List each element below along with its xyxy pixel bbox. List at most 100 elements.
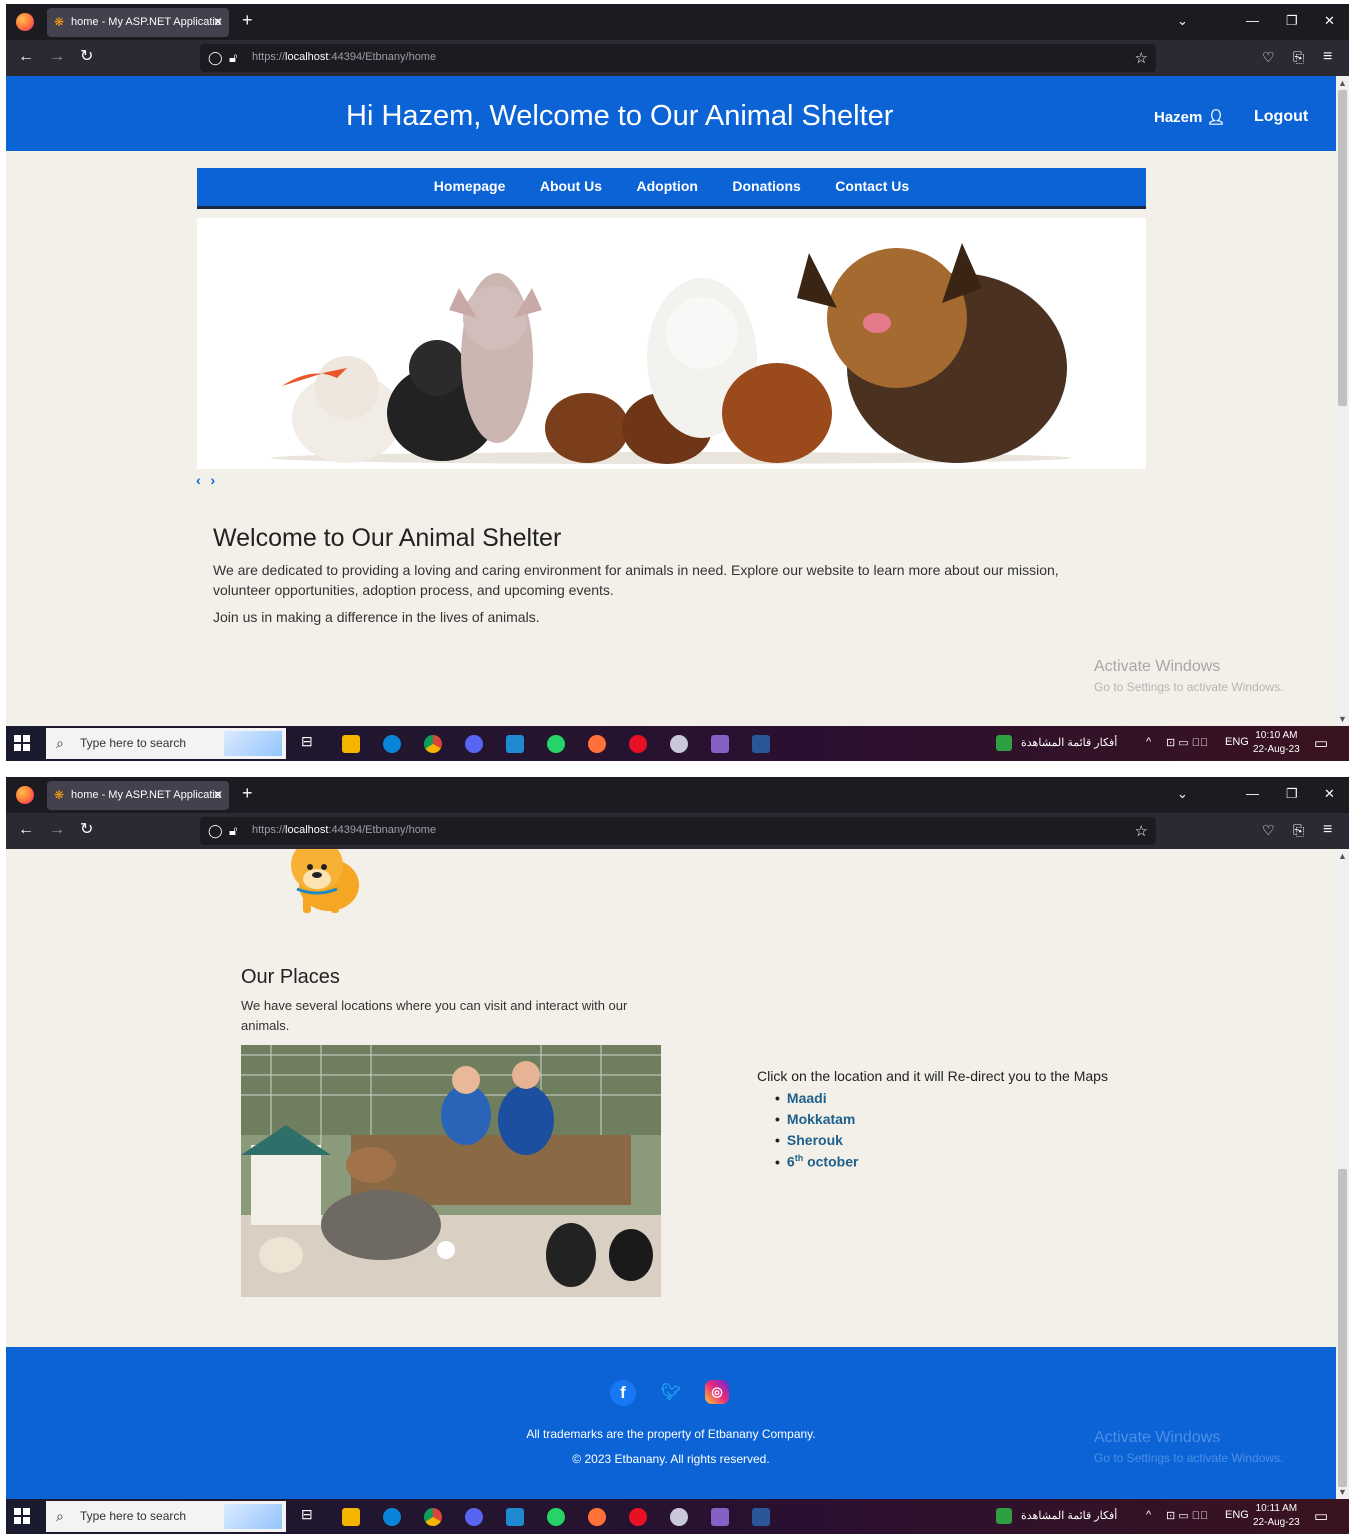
notification-icon[interactable]: ▭ — [1314, 1507, 1328, 1525]
extensions-icon[interactable]: ⎘ — [1293, 821, 1304, 839]
tray-overflow-icon[interactable]: ^ — [1146, 736, 1151, 748]
language-indicator[interactable]: ENG — [1225, 736, 1249, 748]
media-player-icon[interactable] — [629, 1508, 647, 1526]
tray-status-icons[interactable]: ⊡ ▭ ◁ﾞ — [1166, 1509, 1208, 1522]
taskbar-search[interactable]: ⌕ Type here to search — [46, 1501, 286, 1532]
nav-donations[interactable]: Donations — [732, 178, 800, 194]
discord-icon[interactable] — [465, 1508, 483, 1526]
list-tabs-icon[interactable]: ⌄ — [1177, 13, 1188, 29]
scroll-thumb[interactable] — [1338, 90, 1347, 406]
vscode-icon[interactable] — [506, 1508, 524, 1526]
tab-close-icon[interactable]: ✕ — [213, 781, 223, 810]
firefox-taskbar-icon[interactable] — [588, 735, 606, 753]
nav-contact-us[interactable]: Contact Us — [835, 178, 909, 194]
word-icon[interactable] — [752, 735, 770, 753]
url-bar[interactable]: ◯ 🔓︎ https://localhost:44394/Etbnany/hom… — [200, 817, 1156, 845]
task-view-icon[interactable]: ⊟ — [301, 1506, 313, 1523]
chrome-icon[interactable] — [424, 735, 442, 753]
shield-icon[interactable]: ◯ — [208, 50, 223, 66]
nav-homepage[interactable]: Homepage — [434, 178, 506, 194]
twitter-icon[interactable]: 🐦︎ — [658, 1380, 684, 1406]
list-tabs-icon[interactable]: ⌄ — [1177, 786, 1188, 802]
facebook-icon[interactable]: f — [610, 1380, 636, 1406]
menu-icon[interactable]: ≡ — [1323, 48, 1332, 66]
taskbar-clock[interactable]: 10:10 AM 22-Aug-23 — [1253, 729, 1300, 757]
url-text[interactable]: https://localhost:44394/Etbnany/home — [252, 51, 436, 63]
tray-overflow-icon[interactable]: ^ — [1146, 1509, 1151, 1521]
firefox-icon[interactable] — [16, 786, 34, 804]
menu-icon[interactable]: ≡ — [1323, 821, 1332, 839]
back-icon[interactable]: ← — [18, 48, 34, 66]
logout-link[interactable]: Logout — [1254, 108, 1308, 126]
pocket-icon[interactable]: ♡ — [1262, 821, 1275, 839]
tray-arabic-text[interactable]: أفكار قائمة المشاهدة — [1021, 736, 1117, 749]
close-window-icon[interactable]: ✕ — [1324, 786, 1335, 802]
instagram-icon[interactable]: ◎ — [705, 1380, 729, 1404]
page-scrollbar[interactable]: ▲ ▼ — [1336, 76, 1349, 726]
user-menu[interactable]: Hazem 👤︎ — [1154, 108, 1226, 126]
edge-icon[interactable] — [383, 1508, 401, 1526]
star-icon[interactable]: ☆ — [1135, 822, 1148, 840]
whatsapp-icon[interactable] — [547, 1508, 565, 1526]
minimize-icon[interactable]: — — [1246, 13, 1259, 28]
vscode-icon[interactable] — [506, 735, 524, 753]
forward-icon[interactable]: → — [49, 821, 65, 839]
visual-studio-icon[interactable] — [711, 1508, 729, 1526]
watchlist-icon[interactable] — [996, 735, 1012, 751]
star-icon[interactable]: ☆ — [1135, 49, 1148, 67]
windows-icon[interactable] — [14, 1508, 30, 1524]
carousel-controls[interactable]: ‹ › — [196, 472, 218, 488]
watchlist-icon[interactable] — [996, 1508, 1012, 1524]
page-scrollbar[interactable]: ▲ ▼ — [1336, 849, 1349, 1499]
visual-studio-icon[interactable] — [711, 735, 729, 753]
notification-icon[interactable]: ▭ — [1314, 734, 1328, 752]
whatsapp-icon[interactable] — [547, 735, 565, 753]
url-text[interactable]: https://localhost:44394/Etbnany/home — [252, 824, 436, 836]
lock-icon[interactable]: 🔓︎ — [229, 50, 237, 66]
taskbar-search[interactable]: ⌕ Type here to search — [46, 728, 286, 759]
browser-tab[interactable]: ❋ home - My ASP.NET Applicatio ✕ — [47, 8, 229, 37]
firefox-icon[interactable] — [16, 13, 34, 31]
reload-icon[interactable]: ↻ — [80, 821, 93, 839]
scroll-up-icon[interactable]: ▲ — [1338, 851, 1347, 861]
nav-adoption[interactable]: Adoption — [637, 178, 698, 194]
tray-status-icons[interactable]: ⊡ ▭ ◁ﾞ — [1166, 736, 1208, 749]
restore-icon[interactable]: ❐ — [1286, 786, 1298, 802]
forward-icon[interactable]: → — [49, 48, 65, 66]
restore-icon[interactable]: ❐ — [1286, 13, 1298, 29]
firefox-taskbar-icon[interactable] — [588, 1508, 606, 1526]
nav-about-us[interactable]: About Us — [540, 178, 602, 194]
taskbar-clock[interactable]: 10:11 AM 22-Aug-23 — [1253, 1502, 1300, 1530]
lock-icon[interactable]: 🔓︎ — [229, 823, 237, 839]
new-tab-button[interactable]: + — [242, 10, 253, 31]
app-icon[interactable] — [670, 735, 688, 753]
file-explorer-icon[interactable] — [342, 1508, 360, 1526]
scroll-down-icon[interactable]: ▼ — [1338, 1487, 1347, 1497]
file-explorer-icon[interactable] — [342, 735, 360, 753]
app-icon[interactable] — [670, 1508, 688, 1526]
location-6th-october[interactable]: 6th october — [775, 1153, 1108, 1170]
windows-icon[interactable] — [14, 735, 30, 751]
location-sherouk[interactable]: Sherouk — [775, 1132, 1108, 1148]
scroll-down-icon[interactable]: ▼ — [1338, 714, 1347, 724]
tray-arabic-text[interactable]: أفكار قائمة المشاهدة — [1021, 1509, 1117, 1522]
location-maadi[interactable]: Maadi — [775, 1090, 1108, 1106]
chrome-icon[interactable] — [424, 1508, 442, 1526]
task-view-icon[interactable]: ⊟ — [301, 733, 313, 750]
location-mokkatam[interactable]: Mokkatam — [775, 1111, 1108, 1127]
scroll-thumb[interactable] — [1338, 1169, 1347, 1487]
extensions-icon[interactable]: ⎘ — [1293, 48, 1304, 66]
new-tab-button[interactable]: + — [242, 783, 253, 804]
minimize-icon[interactable]: — — [1246, 786, 1259, 801]
url-bar[interactable]: ◯ 🔓︎ https://localhost:44394/Etbnany/hom… — [200, 44, 1156, 72]
browser-tab[interactable]: ❋ home - My ASP.NET Applicatio ✕ — [47, 781, 229, 810]
close-window-icon[interactable]: ✕ — [1324, 13, 1335, 29]
word-icon[interactable] — [752, 1508, 770, 1526]
media-player-icon[interactable] — [629, 735, 647, 753]
edge-icon[interactable] — [383, 735, 401, 753]
discord-icon[interactable] — [465, 735, 483, 753]
scroll-up-icon[interactable]: ▲ — [1338, 78, 1347, 88]
reload-icon[interactable]: ↻ — [80, 48, 93, 66]
language-indicator[interactable]: ENG — [1225, 1509, 1249, 1521]
tab-close-icon[interactable]: ✕ — [213, 8, 223, 37]
